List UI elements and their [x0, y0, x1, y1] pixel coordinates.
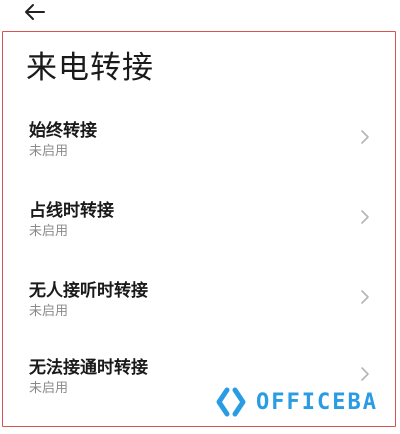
item-title: 无法接通时转接 [29, 358, 148, 378]
item-title: 占线时转接 [29, 201, 114, 221]
item-status: 未启用 [29, 304, 69, 319]
back-button[interactable] [24, 0, 60, 24]
chevron-right-icon [358, 125, 372, 149]
item-title: 无人接听时转接 [29, 281, 148, 301]
item-status: 未启用 [29, 224, 69, 239]
item-title: 始终转接 [29, 121, 97, 141]
watermark: OFFICEBA [214, 382, 378, 422]
page-title: 来电转接 [26, 50, 154, 86]
item-status: 未启用 [29, 144, 69, 159]
watermark-text: OFFICEBA [256, 389, 378, 415]
item-no-answer-forward[interactable]: 无人接听时转接 未启用 [4, 279, 392, 343]
chevron-right-icon [358, 205, 372, 229]
item-always-forward[interactable]: 始终转接 未启用 [4, 119, 392, 183]
arrow-left-icon [25, 4, 45, 20]
item-busy-forward[interactable]: 占线时转接 未启用 [4, 199, 392, 263]
item-status: 未启用 [29, 381, 69, 396]
officeba-logo-icon [216, 387, 246, 417]
chevron-right-icon [358, 285, 372, 309]
